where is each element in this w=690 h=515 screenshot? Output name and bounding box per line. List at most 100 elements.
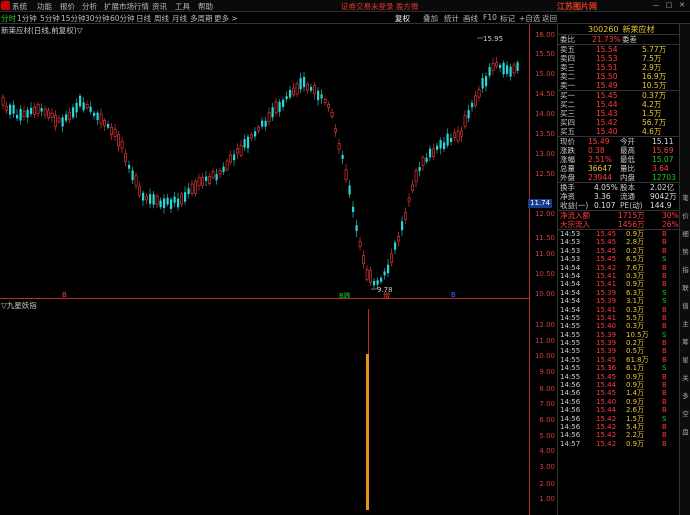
axis-label: 12.50 [534, 170, 555, 178]
bid-label: 买五 [560, 127, 575, 136]
side-tab[interactable]: 细 [681, 230, 690, 238]
tick-price: 15.42 [596, 422, 617, 431]
tick-row: 14:57 15.42 0.9万 B [558, 440, 679, 448]
side-tab[interactable]: 笔 [681, 194, 690, 202]
quote-value: 23944 [588, 173, 612, 182]
tick-volume: 61.8万 [626, 355, 649, 364]
tick-time: 14:55 [560, 313, 581, 322]
axis-label: 10.50 [534, 270, 555, 278]
menu-system[interactable]: 系统 [12, 1, 27, 12]
side-tab[interactable]: 势 [681, 248, 690, 256]
tick-price: 15.39 [596, 339, 617, 348]
menu-quote[interactable]: 报价 [60, 1, 75, 12]
side-tab[interactable]: 筹 [681, 338, 690, 346]
tick-time: 14:54 [560, 280, 581, 289]
stat-label: 换手 [560, 183, 575, 192]
toolbar-stats[interactable]: 统计 [444, 13, 459, 24]
indicator-chart[interactable] [0, 308, 529, 515]
side-tab[interactable]: 价 [681, 212, 690, 220]
tick-price: 15.36 [596, 364, 617, 373]
bid-volume: 4.6万 [642, 127, 662, 136]
bid-price: 15.44 [596, 100, 618, 109]
tick-direction: B [662, 355, 667, 364]
quote-label: 量比 [620, 164, 635, 173]
tick-time: 14:57 [560, 439, 581, 448]
login-notice[interactable]: 证券交易未登录 盈方微 [341, 1, 418, 12]
menu-tools[interactable]: 工具 [175, 1, 190, 12]
flow-pct: 26% [662, 220, 679, 229]
tick-direction: B [662, 372, 667, 381]
menu-news[interactable]: 资讯 [152, 1, 167, 12]
tab-weekly[interactable]: 周线 [154, 13, 169, 24]
axis-label: 7.00 [539, 400, 555, 408]
menu-analysis[interactable]: 分析 [82, 1, 97, 12]
axis-label: 12.00 [534, 210, 555, 218]
menu-function[interactable]: 功能 [37, 1, 52, 12]
tab-15min[interactable]: 15分钟 [61, 13, 86, 24]
side-tab[interactable]: 盘 [681, 428, 690, 436]
toolbar-adjust[interactable]: 复权 [395, 13, 410, 24]
tick-price: 15.45 [596, 355, 617, 364]
tick-direction: S [662, 288, 667, 297]
tick-row: 14:53 15.45 2.8万 B [558, 238, 679, 246]
ask-label: 卖四 [560, 54, 575, 63]
tab-5min[interactable]: 5分钟 [40, 13, 60, 24]
tab-30min[interactable]: 30分钟 [85, 13, 110, 24]
side-tab[interactable]: 值 [681, 302, 690, 310]
ask-levels: 卖五 15.54 5.77万 卖四 15.53 7.5万 卖三 15.51 2.9万 卖二 15.5… [558, 45, 679, 90]
stat-value: 0.107 [594, 201, 616, 210]
tab-60min[interactable]: 60分钟 [110, 13, 135, 24]
tick-price: 15.42 [596, 431, 617, 440]
tick-direction: B [662, 238, 667, 247]
minimize-icon[interactable]: — [651, 1, 661, 10]
tick-time: 14:55 [560, 364, 581, 373]
toolbar-back[interactable]: 返回 [542, 13, 557, 24]
tick-volume: 10.5万 [626, 330, 649, 339]
tick-direction: S [662, 330, 667, 339]
toolbar-draw[interactable]: 画线 [463, 13, 478, 24]
tick-list[interactable]: 14:53 15.45 0.9万 B 14:53 15.45 2.8万 B 14:53 15.45… [558, 230, 679, 448]
weibi-row: 委比 21.73% 委差 [558, 35, 679, 44]
axis-label: 14.00 [534, 110, 555, 118]
stock-header: 300260 新莱应材 [558, 24, 679, 35]
ask-price: 15.53 [596, 54, 618, 63]
ask-volume: 7.5万 [642, 54, 662, 63]
quote-label: 今开 [620, 137, 635, 146]
quote-row: 外盘 23944 内盘 12703 [558, 173, 679, 182]
side-tab[interactable]: 多 [681, 392, 690, 400]
toolbar-f10[interactable]: F10 [483, 13, 497, 22]
tab-intraday[interactable]: 分时 [1, 13, 16, 24]
tab-1min[interactable]: 1分钟 [17, 13, 37, 24]
toolbar-mark[interactable]: 标记 [500, 13, 515, 24]
candlestick-chart[interactable]: 15.95 9.78 [0, 32, 529, 296]
maximize-icon[interactable]: □ [664, 1, 674, 10]
tick-volume: 2.8万 [626, 238, 645, 247]
side-tab[interactable]: 主 [681, 320, 690, 328]
side-tab[interactable]: 空 [681, 410, 690, 418]
tick-row: 14:56 15.44 0.9万 B [558, 381, 679, 389]
toolbar-add-watch[interactable]: +自选 [519, 13, 540, 24]
tab-daily[interactable]: 日线 [136, 13, 151, 24]
flow-row: 大宗流入 1456万 26% [558, 220, 679, 229]
quote-label: 最高 [620, 146, 635, 155]
side-tab[interactable]: 指 [681, 266, 690, 274]
side-tab[interactable]: 联 [681, 284, 690, 292]
tick-time: 14:53 [560, 255, 581, 264]
side-tabs: 笔价细势指联值主筹星关多空盘 [679, 24, 690, 515]
tab-monthly[interactable]: 月线 [172, 13, 187, 24]
tick-direction: B [662, 313, 667, 322]
side-tab[interactable]: 关 [681, 374, 690, 382]
quote-summary: 现价 15.49 今开 15.11 涨跌 0.38 最高 15.69 涨幅 2.51% 最低 15.0… [558, 137, 679, 182]
tab-multi-period[interactable]: 多周期 [190, 13, 213, 24]
toolbar-overlay[interactable]: 叠加 [423, 13, 438, 24]
bid-price: 15.40 [596, 127, 618, 136]
tick-direction: B [662, 230, 667, 238]
close-icon[interactable]: ✕ [677, 1, 687, 10]
tick-volume: 0.3万 [626, 322, 645, 331]
menu-ext-market[interactable]: 扩展市场行情 [104, 1, 149, 12]
side-tab[interactable]: 星 [681, 356, 690, 364]
tab-more[interactable]: 更多 > [214, 13, 238, 24]
tick-time: 14:56 [560, 397, 581, 406]
tick-time: 14:56 [560, 381, 581, 390]
menu-help[interactable]: 帮助 [198, 1, 213, 12]
